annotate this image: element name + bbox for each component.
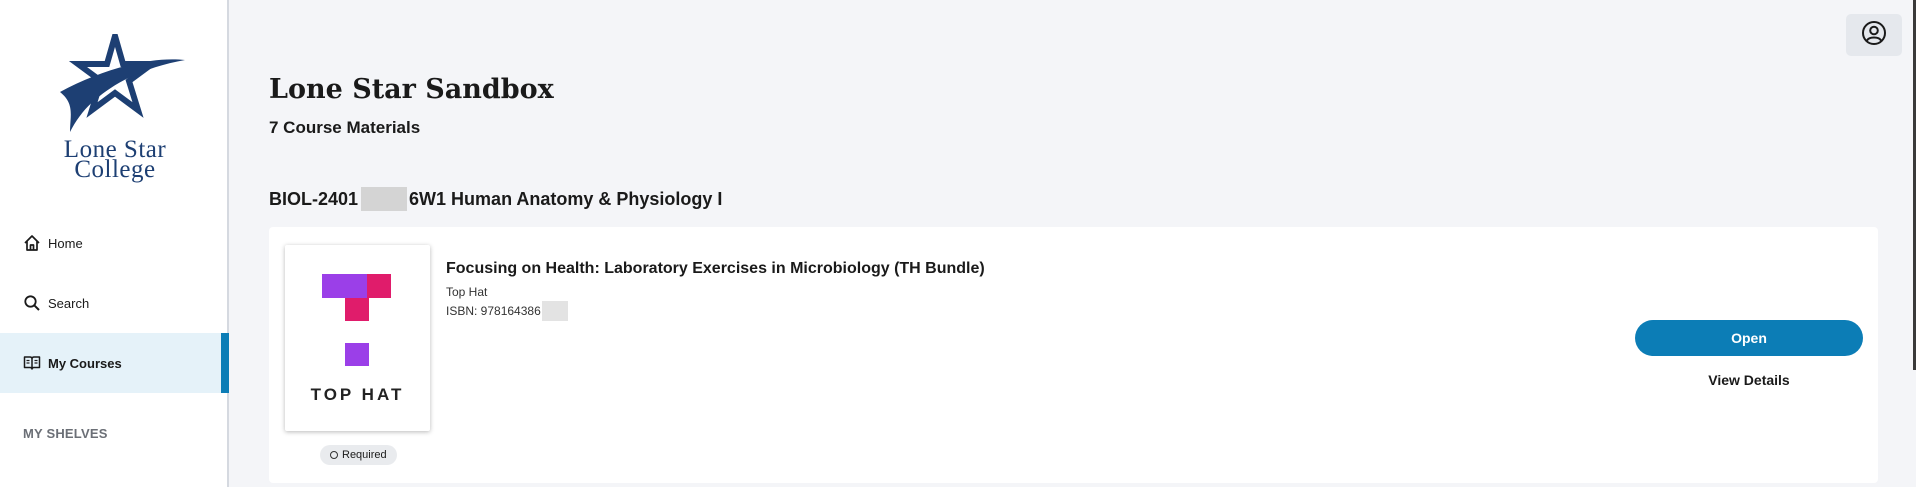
material-isbn: ISBN: 978164386 xyxy=(446,301,568,321)
badge-label: Required xyxy=(342,449,387,461)
star-logo-icon xyxy=(60,34,185,132)
sidebar-item-home[interactable]: Home xyxy=(0,213,229,273)
material-cover-image: TOP HAT xyxy=(285,245,430,431)
open-button[interactable]: Open xyxy=(1635,320,1863,356)
page-title: Lone Star Sandbox xyxy=(269,74,554,105)
book-open-icon xyxy=(22,353,42,373)
material-title: Focusing on Health: Laboratory Exercises… xyxy=(446,260,985,277)
course-heading: BIOL-2401 6W1 Human Anatomy & Physiology… xyxy=(269,187,722,211)
sidebar-item-my-courses[interactable]: My Courses xyxy=(0,333,229,393)
lone-star-college-logo[interactable]: Lone Star College xyxy=(40,34,190,194)
sidebar-item-label: My Courses xyxy=(48,355,122,371)
logo-wordmark: Lone Star College xyxy=(63,136,167,183)
course-name: 6W1 Human Anatomy & Physiology I xyxy=(409,188,723,209)
sidebar-item-search[interactable]: Search xyxy=(0,273,229,333)
cover-wordmark: TOP HAT xyxy=(310,385,405,404)
user-circle-icon xyxy=(1861,20,1887,51)
course-material-card: TOP HAT Required Focusing on Health: Lab… xyxy=(269,227,1878,483)
main-content: Lone Star Sandbox 7 Course Materials BIO… xyxy=(231,0,1916,487)
sidebar-item-label: Home xyxy=(48,235,83,251)
home-icon xyxy=(22,233,42,253)
material-publisher: Top Hat xyxy=(446,285,488,299)
my-shelves-heading: MY SHELVES xyxy=(23,426,108,441)
redacted-isbn xyxy=(541,301,568,321)
materials-count: 7 Course Materials xyxy=(269,118,421,137)
view-details-button[interactable]: View Details xyxy=(1635,368,1863,392)
isbn-text: ISBN: 978164386 xyxy=(446,304,541,318)
sidebar: Lone Star College Home Search My Courses… xyxy=(0,0,229,487)
course-code: BIOL-2401 xyxy=(269,188,359,209)
search-icon xyxy=(22,293,42,313)
required-badge: Required xyxy=(320,445,397,465)
profile-button[interactable] xyxy=(1846,14,1902,56)
redacted-section xyxy=(361,187,408,211)
sidebar-item-label: Search xyxy=(48,295,90,311)
clock-icon xyxy=(330,451,338,459)
